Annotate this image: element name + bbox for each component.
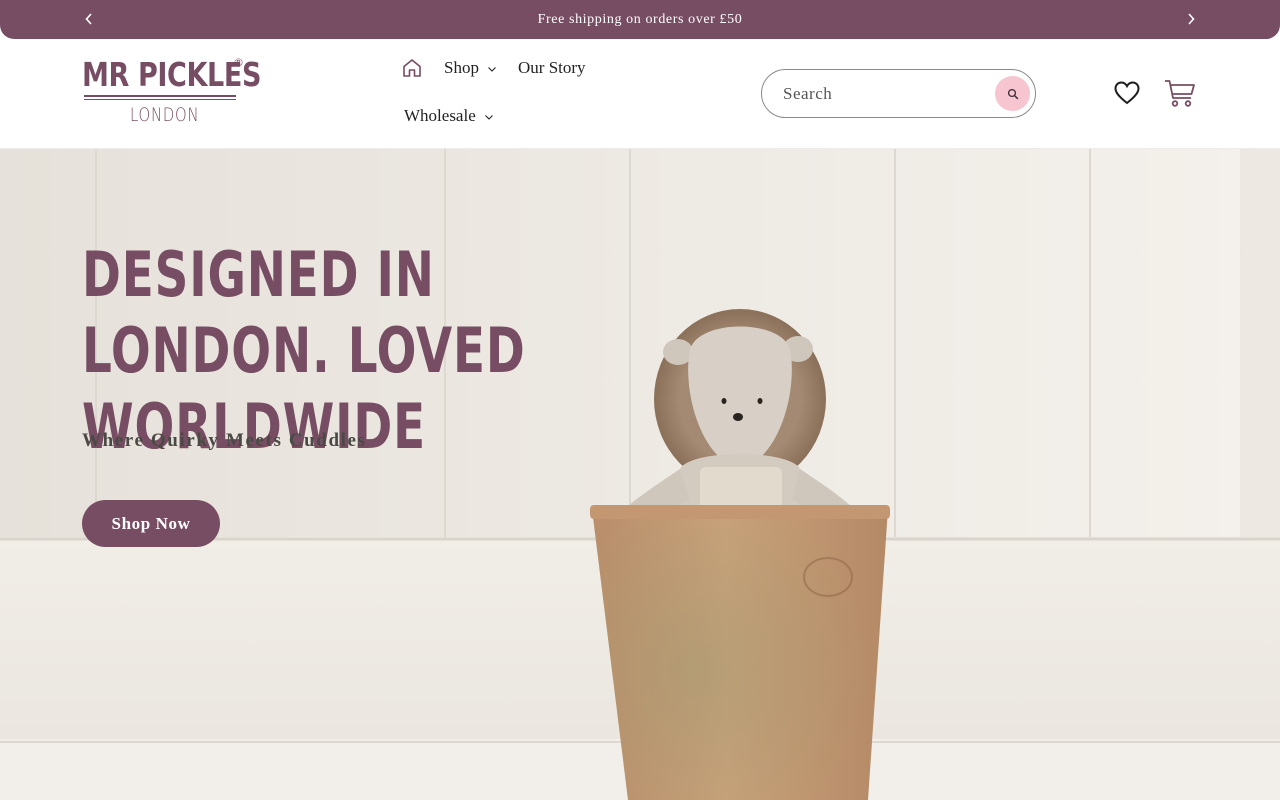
announcement-next-button[interactable]	[1180, 8, 1202, 30]
logo-subtitle: LONDON	[130, 104, 200, 126]
wishlist-button[interactable]	[1113, 79, 1141, 107]
nav-item-label: Our Story	[518, 58, 586, 77]
logo-registered-mark: ®	[233, 56, 244, 69]
logo-divider-thin	[84, 99, 236, 100]
nav-item-shop[interactable]: Shop	[444, 58, 497, 78]
chevron-left-icon	[85, 13, 92, 25]
nav-item-our-story[interactable]: Our Story	[518, 58, 586, 78]
chevron-down-icon	[488, 67, 496, 72]
search-input[interactable]	[762, 83, 987, 104]
chevron-right-icon	[1188, 13, 1195, 25]
nav-item-label: Shop	[444, 58, 479, 77]
home-icon	[403, 59, 421, 77]
search-icon	[1007, 88, 1018, 99]
cart-button[interactable]	[1163, 76, 1197, 110]
logo[interactable]: MR PICKLES ® LONDON	[82, 56, 261, 132]
hero-subtitle: Where Quirky Meets Cuddles	[82, 430, 367, 451]
logo-divider	[84, 95, 236, 97]
site-header: MR PICKLES ® LONDON Shop Our Story Whole…	[0, 39, 1280, 149]
shop-now-button[interactable]: Shop Now	[82, 500, 220, 547]
nav-home-link[interactable]	[400, 56, 424, 80]
cart-icon	[1165, 80, 1195, 107]
search-button[interactable]	[995, 76, 1030, 111]
announcement-text: Free shipping on orders over £50	[537, 11, 743, 27]
announcement-bar: Free shipping on orders over £50	[0, 0, 1280, 39]
chevron-down-icon	[484, 115, 493, 120]
nav-item-label: Wholesale	[404, 106, 476, 125]
heart-icon	[1114, 81, 1140, 105]
search-bar	[761, 69, 1036, 118]
nav-item-wholesale[interactable]: Wholesale	[404, 106, 494, 126]
announcement-prev-button[interactable]	[78, 8, 100, 30]
hero-banner: Designed in London. Loved Worldwide Wher…	[0, 149, 1280, 800]
